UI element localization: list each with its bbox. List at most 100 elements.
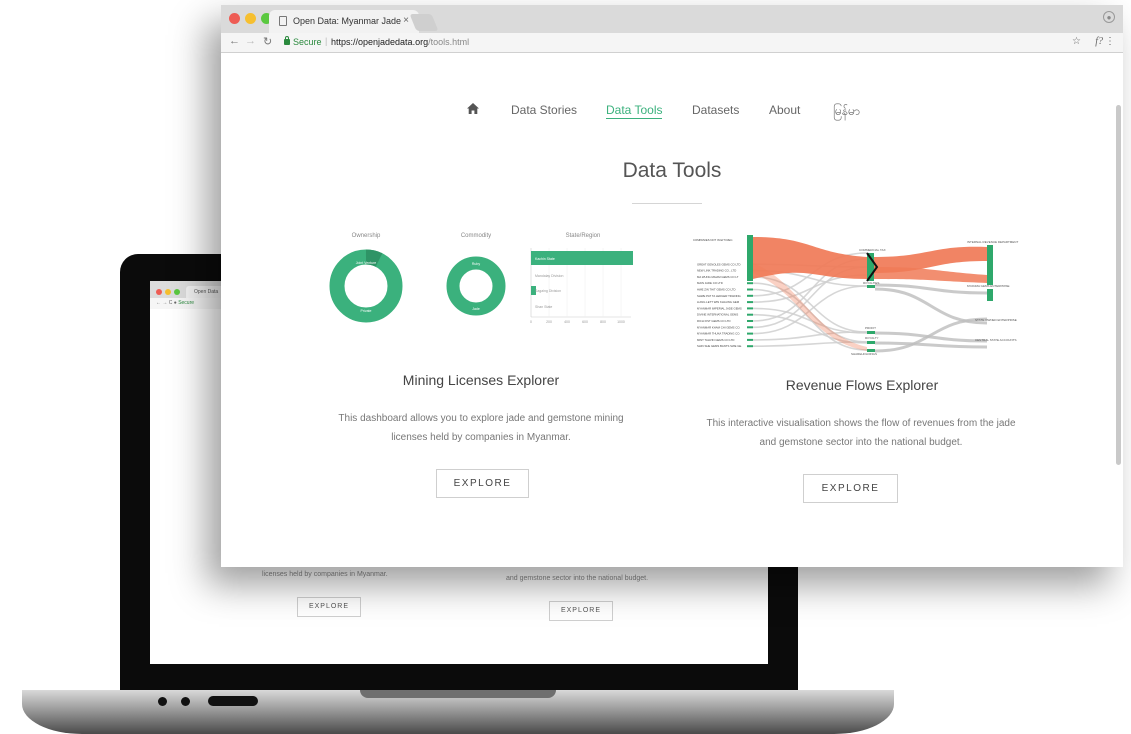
- region-label: State/Region: [566, 233, 601, 239]
- url-path: /tools.html: [428, 37, 470, 47]
- sankey-right-label-2: MYANMA GEMS ENTERPRISE: [967, 284, 1009, 288]
- sankey-node-left: [747, 307, 753, 310]
- menu-icon[interactable]: ⋮: [1105, 36, 1115, 47]
- browser-tab[interactable]: Open Data: Myanmar Jade ×: [269, 10, 419, 33]
- forward-icon[interactable]: →: [245, 35, 256, 47]
- commodity-donut: [446, 256, 506, 316]
- sankey-node-left: [747, 313, 753, 316]
- sankey-left-label: SHWE PAT TA LEDGER TRADING: [697, 294, 741, 298]
- sankey-node-left: [747, 345, 753, 348]
- region-tick-3: 600: [582, 320, 588, 324]
- mini-explore-button-2: EXPLORE: [549, 601, 613, 621]
- revenue-sankey-thumbnail[interactable]: COMPANIES NOT IN EITI REC. GREAT GENOLES …: [691, 223, 1033, 357]
- region-bar-label-2: Mandalay Division: [535, 274, 563, 278]
- region-tick-5: 1000: [617, 320, 625, 324]
- laptop-notch: [360, 690, 556, 698]
- page-content: Data Stories Data Tools Datasets About မ…: [221, 53, 1123, 567]
- sankey-left-label: MYANMAR KHAM CHI GEMS CO.: [697, 325, 741, 329]
- sankey-mid-label-1: COMMERCIAL TAX: [859, 248, 886, 252]
- commodity-label: Commodity: [461, 233, 491, 239]
- mining-desc-line-2: licenses held by companies in Myanmar.: [391, 432, 571, 443]
- sankey-mid-label-5: SHAREHOLDINGS: [851, 352, 877, 356]
- sankey-right-label-1: INTERNAL REVENUE DEPARTMENT: [967, 240, 1018, 244]
- nav-datasets[interactable]: Datasets: [692, 103, 739, 117]
- mining-licenses-title: Mining Licenses Explorer: [402, 372, 560, 388]
- extension-icon[interactable]: f?: [1095, 36, 1103, 47]
- sankey-left-label: MINT TAHVIN GEMS CO LTD: [697, 338, 734, 342]
- sankey-node-left: [747, 326, 753, 329]
- home-icon[interactable]: [467, 103, 479, 114]
- reload-icon[interactable]: ↻: [263, 35, 272, 48]
- ownership-bottom-label: Private: [361, 309, 372, 313]
- nav-data-tools[interactable]: Data Tools: [606, 103, 663, 119]
- sankey-left-label: MYANMAR THUKA TRADING CO.: [697, 332, 740, 336]
- sankey-node-right-2: [987, 289, 993, 301]
- sankey-left-label: HWE ZIN THIT GEMS CO LTD: [697, 288, 736, 292]
- ownership-label: Ownership: [352, 233, 381, 239]
- lock-icon: [284, 36, 290, 45]
- sankey-left-label: MAIN JADE CO LTD: [697, 281, 723, 285]
- mining-explore-button[interactable]: EXPLORE: [436, 469, 529, 498]
- sankey-gray-flow-right: [874, 341, 988, 349]
- page-scrollbar[interactable]: [1116, 105, 1121, 465]
- mining-licenses-description: This dashboard allows you to explore jad…: [301, 409, 661, 447]
- sankey-left-label: LIANG LETT WIN KHAUNG GEM: [697, 300, 740, 304]
- region-bar-label-4: Shan State: [535, 305, 552, 309]
- revenue-desc-line-1: This interactive visualisation shows the…: [706, 418, 1016, 429]
- nav-myanmar-language[interactable]: မြန်မာ: [833, 103, 860, 121]
- site-nav: Data Stories Data Tools Datasets About မ…: [221, 99, 1123, 123]
- revenue-explore-button[interactable]: EXPLORE: [803, 474, 898, 503]
- region-bar-label-3: Sagaing Division: [535, 289, 561, 293]
- ownership-top-label: Joint Venture: [356, 261, 376, 265]
- tab-bar: Open Data: Myanmar Jade × ●: [221, 5, 1123, 33]
- mining-dashboard-thumbnail[interactable]: Ownership Joint Venture Private Commodit…: [321, 228, 641, 328]
- sankey-node-mid-2: [867, 285, 875, 288]
- mini-zoom-dot: [174, 289, 180, 295]
- window-minimize-button[interactable]: [245, 13, 256, 24]
- secure-label: Secure: [293, 37, 322, 47]
- page-title: Data Tools: [622, 159, 722, 182]
- nav-data-stories[interactable]: Data Stories: [511, 103, 577, 117]
- mini-minimize-dot: [165, 289, 171, 295]
- region-tick-4: 800: [600, 320, 606, 324]
- profile-icon[interactable]: ●: [1103, 11, 1115, 23]
- sankey-left-label: DIVINE INTERNATIONAL GEMS: [697, 313, 738, 317]
- browser-toolbar: ← → ↻ Secure | https://openjadedata.org/…: [221, 33, 1123, 53]
- address-bar[interactable]: https://openjadedata.org/tools.html: [331, 37, 469, 47]
- commodity-bottom-label: Jade: [472, 307, 480, 311]
- sankey-mid-label-2: ROYALTIES: [863, 281, 879, 285]
- region-tick-1: 200: [546, 320, 552, 324]
- page-icon: [279, 16, 287, 26]
- sankey-left-label: COMPANIES NOT IN EITI REC.: [693, 238, 733, 242]
- window-close-button[interactable]: [229, 13, 240, 24]
- sankey-node-left: [747, 288, 753, 291]
- sankey-node-left: [747, 294, 753, 297]
- commodity-top-label: Ruby: [472, 262, 480, 266]
- tab-title: Open Data: Myanmar Jade: [293, 16, 402, 26]
- bookmark-star-icon[interactable]: ☆: [1072, 36, 1081, 47]
- revenue-desc-line-2: and gemstone sector into the national bu…: [759, 437, 963, 448]
- back-icon[interactable]: ←: [229, 35, 240, 47]
- sankey-left-label: SHIN SHE GEMS BANTS SWE GE.: [697, 344, 742, 348]
- tab-close-icon[interactable]: ×: [403, 15, 409, 26]
- laptop-port-2: [181, 697, 190, 706]
- sankey-mid-label-3: PROFIT: [865, 326, 876, 330]
- sankey-node-mid-3: [867, 331, 875, 334]
- sankey-left-label: RICH FIST GEMS CO LTD: [697, 319, 730, 323]
- url-host: https://openjadedata.org: [331, 37, 429, 47]
- sankey-gray-flow: [752, 331, 868, 341]
- mining-desc-line-1: This dashboard allows you to explore jad…: [338, 413, 624, 424]
- sankey-left-labels: COMPANIES NOT IN EITI REC. GREAT GENOLES …: [693, 238, 753, 348]
- sankey-right-label-3: STATE-OWNED ENTERPRISE: [975, 318, 1017, 322]
- nav-about[interactable]: About: [769, 103, 800, 117]
- sankey-node-left: [747, 269, 753, 272]
- sankey-node-left: [747, 332, 753, 335]
- title-divider: [632, 203, 702, 204]
- sankey-node-mid-4: [867, 341, 875, 344]
- region-tick-2: 400: [564, 320, 570, 324]
- browser-window: Open Data: Myanmar Jade × ● ← → ↻ Secure…: [221, 5, 1123, 567]
- sankey-left-label: GREAT GENOLES GEMS CO LTD: [697, 262, 741, 266]
- sankey-left-label: MA WUNG MAIAM GEMS CO LT: [697, 275, 739, 279]
- sankey-node-left: [747, 338, 753, 341]
- sankey-right-label-4: CENTRAL STATE ACCOUNTS: [975, 338, 1016, 342]
